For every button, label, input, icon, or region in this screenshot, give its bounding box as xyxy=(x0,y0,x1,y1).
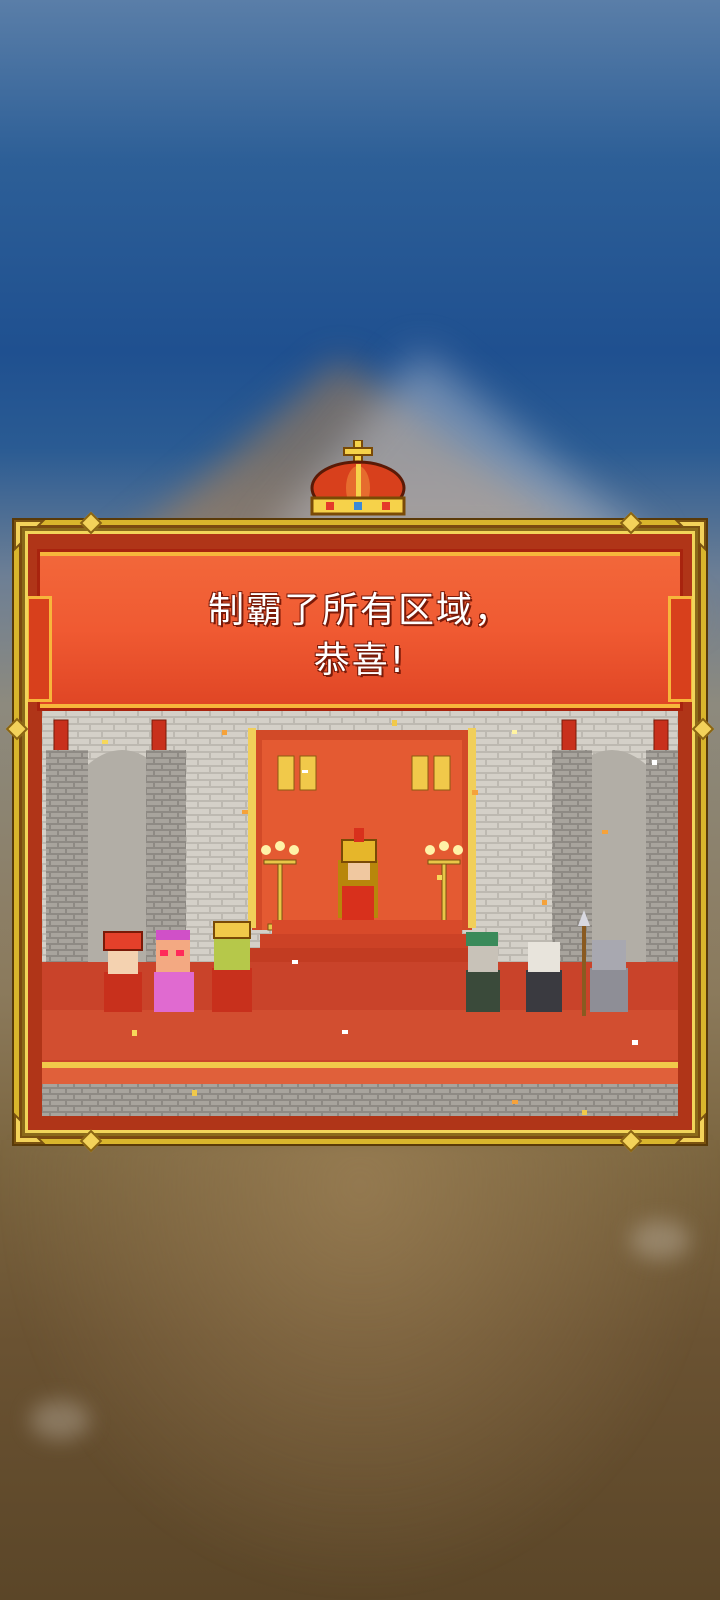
elder-character xyxy=(526,942,562,1012)
queen-character xyxy=(103,931,143,1012)
prince-character xyxy=(212,921,252,1012)
frame-corner-ornament xyxy=(674,520,706,552)
king-character xyxy=(338,828,378,920)
ground-shape xyxy=(0,1140,720,1600)
throne-room-illustration xyxy=(42,710,678,1116)
victory-message: 制霸了所有区域， 恭喜! xyxy=(40,586,680,686)
victory-panel: 制霸了所有区域， 恭喜! xyxy=(5,511,715,1153)
explorer-character xyxy=(466,932,500,1012)
princess-character xyxy=(154,930,194,1012)
crown-icon xyxy=(310,440,406,516)
blur-spot xyxy=(630,1220,690,1260)
panel-inner: 制霸了所有区域， 恭喜! xyxy=(25,531,695,1133)
frame-corner-ornament xyxy=(14,520,46,552)
victory-banner: 制霸了所有区域， 恭喜! xyxy=(28,552,692,708)
throne-room-scene xyxy=(42,710,678,1116)
frame-corner-ornament xyxy=(14,1112,46,1144)
victory-message-line2: 恭喜! xyxy=(313,640,407,681)
victory-message-line1: 制霸了所有区域， xyxy=(207,590,512,631)
frame-corner-ornament xyxy=(674,1112,706,1144)
blur-spot xyxy=(30,1400,90,1440)
